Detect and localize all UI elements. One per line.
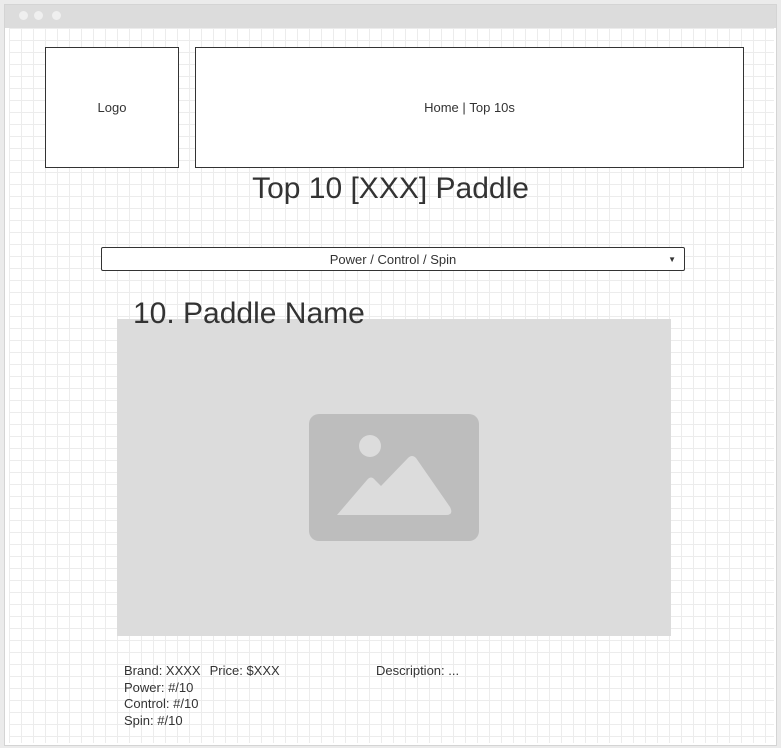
logo[interactable]: Logo	[45, 47, 179, 168]
image-placeholder-icon	[309, 414, 479, 541]
browser-window: Logo Home | Top 10s	[4, 4, 777, 746]
window-dot-icon	[19, 11, 28, 20]
logo-label: Logo	[97, 100, 127, 115]
paddle-specs: Brand: XXXX Price: $XXX Power: #/10 Contr…	[124, 663, 280, 729]
dropdown-caret-icon: ▼	[668, 255, 676, 264]
nav-separator: |	[458, 100, 470, 115]
filter-dropdown-value: Power / Control / Spin	[329, 251, 457, 267]
window-titlebar	[5, 5, 776, 28]
nav-link-home[interactable]: Home	[424, 100, 459, 115]
window-dot-icon	[52, 11, 61, 20]
nav-link-top10s[interactable]: Top 10s	[469, 100, 515, 115]
paddle-description: Description: ...	[376, 663, 460, 678]
paddle-brand: Brand: XXXX	[124, 663, 201, 678]
paddle-power: Power: #/10	[124, 679, 194, 695]
page-title: Top 10 [XXX] Paddle	[252, 172, 529, 205]
window-dot-icon	[34, 11, 43, 20]
nav-bar: Home | Top 10s	[195, 47, 744, 168]
paddle-heading: 10. Paddle Name	[133, 297, 365, 330]
paddle-spin: Spin: #/10	[124, 712, 183, 728]
filter-dropdown[interactable]: Power / Control / Spin ▼	[101, 247, 685, 271]
paddle-price: Price: $XXX	[209, 663, 280, 678]
paddle-control: Control: #/10	[124, 696, 199, 711]
paddle-image	[117, 319, 671, 636]
